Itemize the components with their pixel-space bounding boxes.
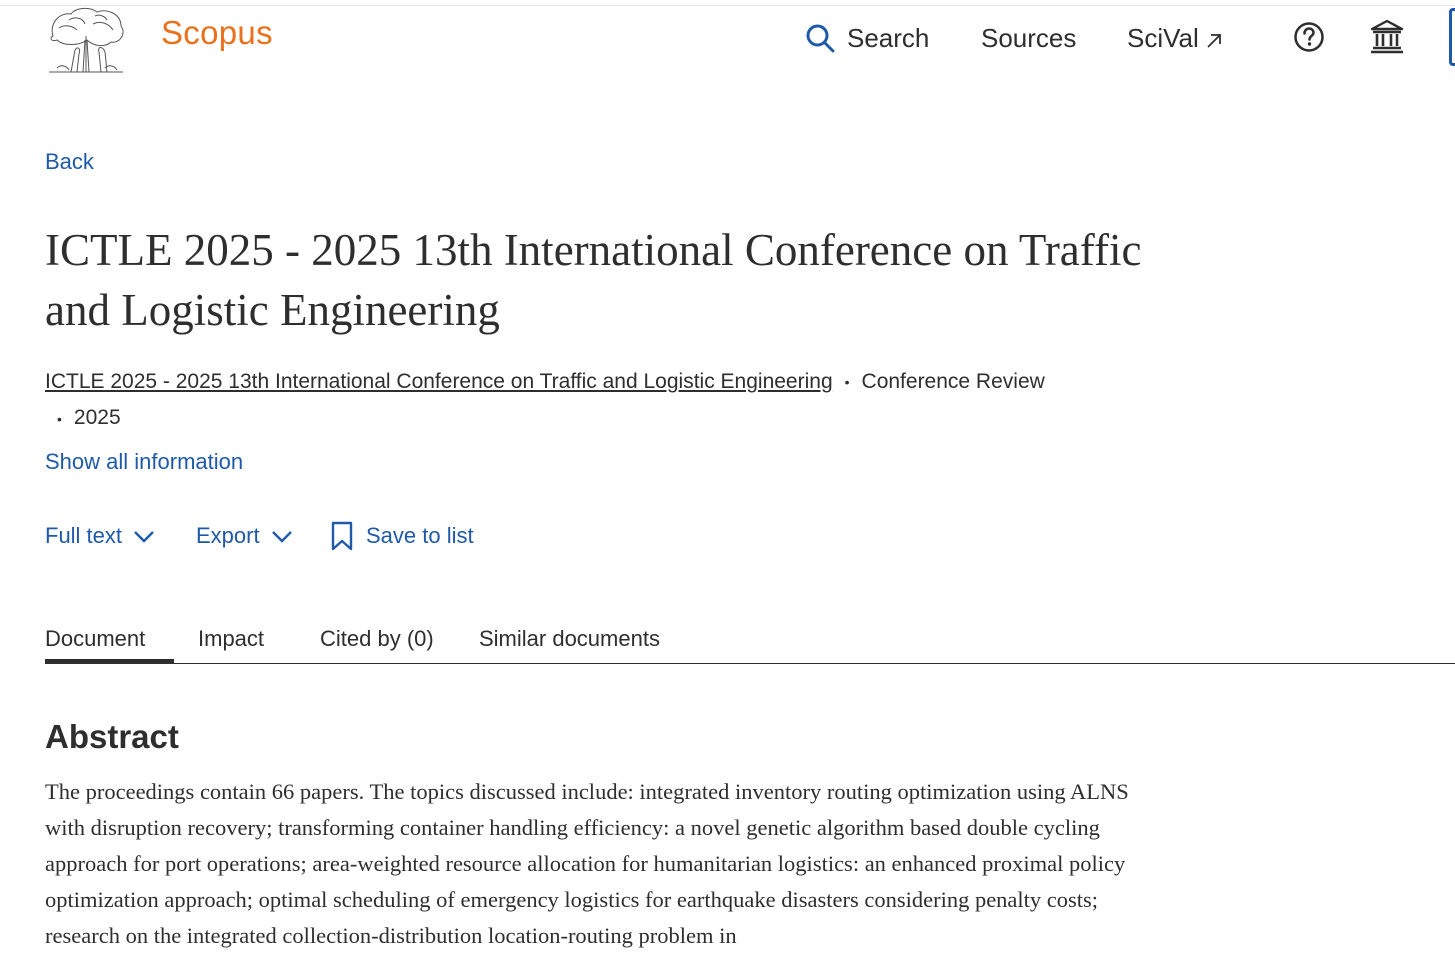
institution-icon[interactable]	[1369, 18, 1405, 54]
elsevier-tree-logo[interactable]	[45, 6, 127, 74]
export-button[interactable]: Export	[196, 519, 294, 553]
account-button-edge[interactable]	[1449, 8, 1455, 66]
document-title: ICTLE 2025 - 2025 13th International Con…	[45, 225, 1142, 335]
nav-search-label: Search	[847, 22, 930, 53]
brand-name[interactable]: Scopus	[161, 14, 273, 52]
show-all-information-link[interactable]: Show all information	[45, 449, 243, 475]
back-link[interactable]: Back	[45, 149, 94, 175]
abstract-heading: Abstract	[45, 718, 179, 755]
help-icon[interactable]	[1293, 21, 1325, 53]
save-to-list-button[interactable]: Save to list	[330, 519, 474, 553]
nav-sources-label: Sources	[981, 22, 1077, 53]
export-label: Export	[196, 523, 260, 548]
bookmark-icon	[331, 521, 353, 551]
document-tabs: Document Impact Cited by (0) Similar doc…	[45, 622, 1455, 664]
chevron-down-icon	[271, 531, 292, 543]
document-year: 2025	[73, 406, 121, 430]
meta-separator: •	[844, 374, 850, 391]
meta-separator: •	[57, 410, 62, 427]
nav-scival-link[interactable]: SciVal	[1127, 20, 1223, 56]
external-link-icon	[1207, 34, 1221, 48]
full-text-label: Full text	[45, 523, 123, 548]
site-header: Scopus Search Sources SciVal	[0, 0, 1455, 80]
save-to-list-label: Save to list	[366, 523, 474, 548]
nav-search-link[interactable]: Search	[805, 20, 929, 56]
document-type: Conference Review	[861, 370, 1045, 393]
source-title-link[interactable]: ICTLE 2025 - 2025 13th International Con…	[45, 370, 833, 393]
search-icon	[806, 24, 835, 53]
tab-similar-documents[interactable]: Similar documents	[479, 626, 660, 664]
abstract-text: The proceedings contain 66 papers. The t…	[45, 779, 1129, 948]
chevron-down-icon	[134, 531, 154, 543]
nav-sources-link[interactable]: Sources	[981, 20, 1076, 56]
full-text-button[interactable]: Full text	[45, 519, 156, 553]
document-meta: ICTLE 2025 - 2025 13th International Con…	[45, 364, 1055, 437]
tab-impact[interactable]: Impact	[198, 626, 264, 664]
nav-scival-label: SciVal	[1127, 22, 1199, 53]
active-tab-indicator	[45, 659, 174, 664]
tab-cited-by[interactable]: Cited by (0)	[320, 626, 434, 664]
